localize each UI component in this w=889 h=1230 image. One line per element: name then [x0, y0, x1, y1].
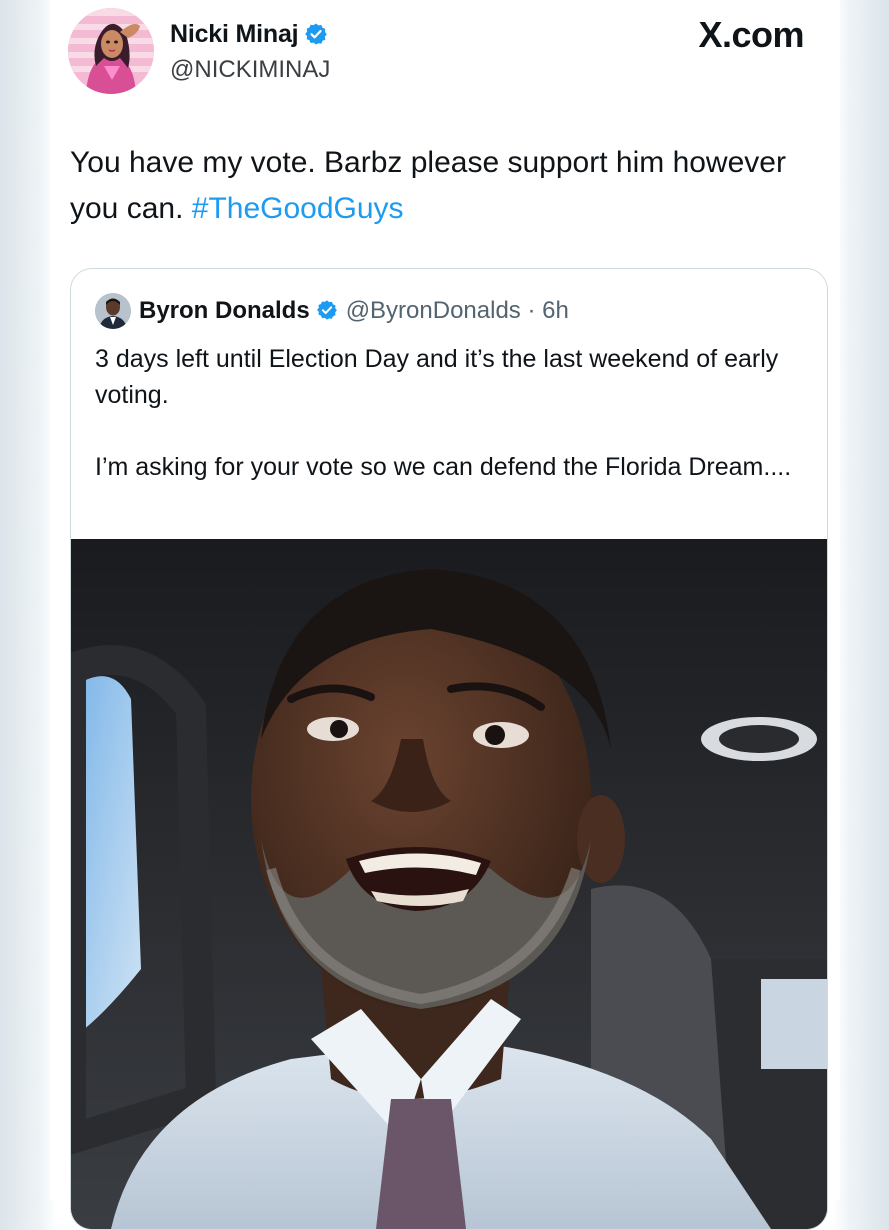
- author-name-text: Nicki Minaj: [170, 20, 299, 48]
- verified-badge-icon: [316, 300, 337, 320]
- quoted-tweet[interactable]: Byron Donalds @ByronDonalds · 6h 3 days l…: [70, 268, 828, 1230]
- quoted-tweet-text: 3 days left until Election Day and it’s …: [95, 341, 805, 521]
- video-thumbnail-icon: [71, 539, 827, 1229]
- author-avatar[interactable]: [68, 8, 154, 94]
- quoted-author-avatar[interactable]: [95, 293, 131, 329]
- quoted-author-line: Byron Donalds @ByronDonalds · 6h: [139, 297, 569, 325]
- site-label: X.com: [698, 14, 804, 55]
- quoted-author-handle[interactable]: @ByronDonalds · 6h: [346, 297, 569, 324]
- hashtag-link[interactable]: #TheGoodGuys: [192, 192, 404, 225]
- tweet-text: You have my vote. Barbz please support h…: [70, 140, 790, 232]
- quoted-media[interactable]: [71, 539, 827, 1229]
- quoted-paragraph-1: 3 days left until Election Day and it’s …: [95, 345, 779, 409]
- author-name[interactable]: Nicki Minaj: [170, 20, 328, 49]
- verified-badge-icon: [305, 23, 328, 45]
- avatar-illustration-icon: [68, 8, 154, 94]
- tweet-card: Nicki Minaj @NICKIMINAJ X.com You have m…: [50, 0, 840, 1230]
- tweet-body: You have my vote. Barbz please support h…: [70, 146, 786, 225]
- quoted-paragraph-2: I’m asking for your vote so we can defen…: [95, 453, 792, 481]
- quoted-author-name[interactable]: Byron Donalds: [139, 297, 310, 324]
- avatar-portrait-icon: [95, 293, 131, 329]
- dot-separator: ·: [527, 297, 536, 324]
- author-handle[interactable]: @NICKIMINAJ: [170, 56, 330, 84]
- quoted-time[interactable]: 6h: [542, 297, 569, 324]
